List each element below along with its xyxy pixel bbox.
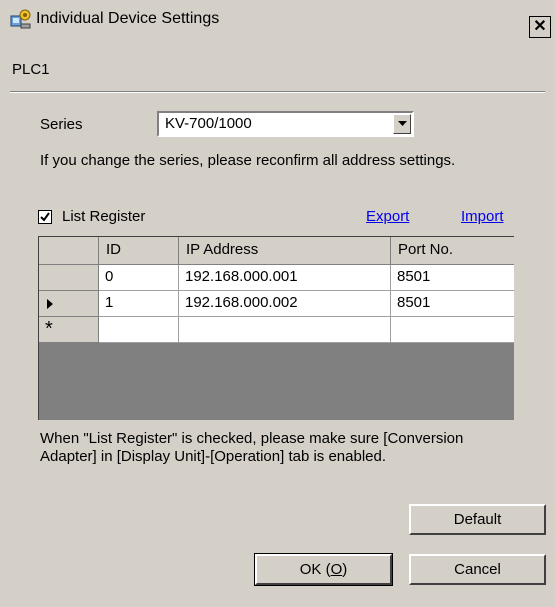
table-corner-header [39, 237, 99, 265]
window-title: Individual Device Settings [36, 10, 220, 27]
row-pointer-icon [47, 299, 53, 309]
ok-button[interactable]: OK (O) [254, 553, 393, 586]
import-link[interactable]: Import [461, 208, 504, 225]
column-header-id[interactable]: ID [99, 237, 179, 265]
series-notice: If you change the series, please reconfi… [40, 152, 456, 169]
device-settings-icon [10, 8, 32, 30]
export-link[interactable]: Export [366, 208, 409, 225]
series-select[interactable]: KV-700/1000 [157, 111, 414, 137]
row-header[interactable] [39, 265, 99, 291]
table-cell-ip[interactable]: 192.168.000.001 [179, 265, 391, 291]
new-row-header[interactable]: * [39, 317, 99, 343]
chevron-down-icon [398, 121, 407, 126]
row-header[interactable] [39, 291, 99, 317]
column-header-port[interactable]: Port No. [391, 237, 514, 265]
list-register-note: When "List Register" is checked, please … [40, 430, 464, 465]
close-button[interactable]: ✕ [529, 16, 551, 38]
divider [10, 91, 545, 93]
address-table[interactable]: ID IP Address Port No. 0 192.168.000.001… [38, 236, 514, 420]
column-header-ip-address[interactable]: IP Address [179, 237, 391, 265]
new-row-cell-id[interactable] [99, 317, 179, 343]
list-register-checkbox[interactable] [38, 210, 52, 224]
table-cell-port[interactable]: 8501 [391, 265, 514, 291]
cancel-button[interactable]: Cancel [409, 554, 546, 585]
device-name-label: PLC1 [12, 61, 50, 78]
series-value: KV-700/1000 [165, 115, 252, 132]
close-icon: ✕ [533, 18, 547, 35]
new-row-cell-ip[interactable] [179, 317, 391, 343]
title-bar[interactable]: Individual Device Settings ✕ [0, 0, 555, 40]
series-label: Series [40, 116, 83, 133]
table-cell-id[interactable]: 0 [99, 265, 179, 291]
table-cell-ip[interactable]: 192.168.000.002 [179, 291, 391, 317]
default-button[interactable]: Default [409, 504, 546, 535]
checkmark-icon [40, 212, 50, 222]
table-cell-id[interactable]: 1 [99, 291, 179, 317]
series-dropdown-button[interactable] [393, 114, 411, 134]
list-register-label[interactable]: List Register [62, 208, 145, 225]
new-row-cell-port[interactable] [391, 317, 514, 343]
settings-dialog: Individual Device Settings ✕ PLC1 Series… [0, 0, 555, 607]
table-cell-port[interactable]: 8501 [391, 291, 514, 317]
new-row-marker: * [45, 318, 53, 340]
